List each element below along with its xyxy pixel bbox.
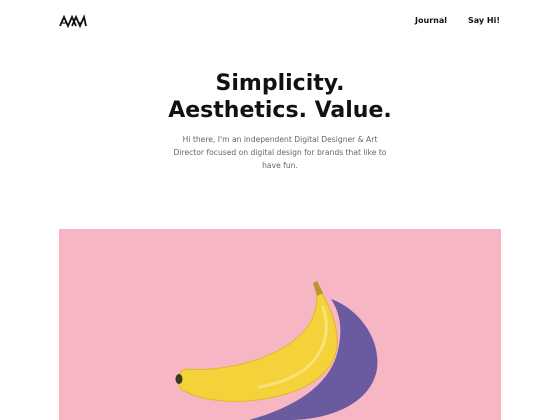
hero-title-line-1: Simplicity.	[215, 71, 345, 96]
hero-title: Simplicity. Aesthetics. Value.	[0, 70, 560, 124]
page: Journal Say Hi! Simplicity. Aesthetics. …	[0, 0, 560, 420]
banana-body	[177, 290, 338, 402]
mountain-peaks-logo-icon	[59, 14, 87, 29]
main-nav: Journal Say Hi!	[415, 16, 500, 26]
banana-tip	[175, 374, 183, 384]
hero-image	[59, 229, 501, 420]
hero-title-line-2: Aesthetics. Value.	[168, 98, 392, 123]
hero-subtitle: Hi there, I'm an independent Digital Des…	[173, 135, 387, 170]
banana-icon	[175, 281, 378, 420]
logo-link[interactable]	[59, 13, 87, 29]
banana-stem	[313, 281, 323, 296]
nav-link-say-hi[interactable]: Say Hi!	[468, 16, 500, 26]
nav-link-journal[interactable]: Journal	[415, 16, 447, 26]
